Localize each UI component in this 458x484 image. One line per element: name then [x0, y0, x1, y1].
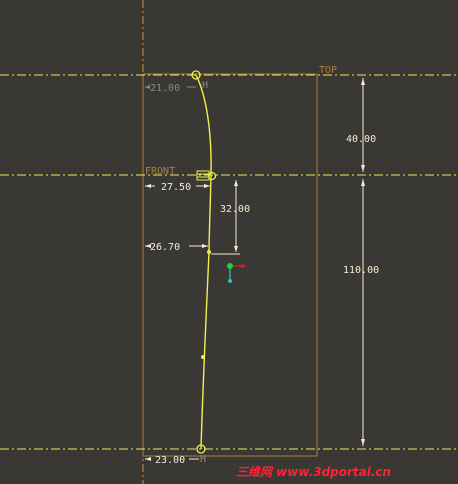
datum-top-label: TOP [319, 65, 337, 76]
sketch-canvas[interactable]: TOP FRONT H H 21.00 27.50 26.70 23.00 32… [0, 0, 458, 484]
z-axis-dot [228, 279, 232, 283]
spline-interpolation-point[interactable] [201, 355, 205, 359]
horizontal-constraint-top: H [202, 80, 208, 91]
origin-dot [227, 263, 233, 269]
dim-front-to-mid[interactable]: 32.00 [220, 204, 250, 215]
dim-front-radius[interactable]: 27.50 [161, 182, 191, 193]
datum-front-label: FRONT [145, 166, 175, 177]
dim-top-radius[interactable]: 21.00 [150, 83, 180, 94]
spline-mid-point[interactable] [207, 250, 211, 254]
horizontal-constraint-bottom: H [200, 454, 206, 465]
watermark-text: 三维网 www.3dportal.cn [236, 465, 391, 479]
dim-bottom-radius[interactable]: 23.00 [155, 455, 185, 466]
dim-mid-radius[interactable]: 26.70 [150, 242, 180, 253]
dim-front-to-bottom[interactable]: 110.00 [343, 265, 379, 276]
canvas-background [0, 0, 458, 484]
dim-top-to-front[interactable]: 40.00 [346, 134, 376, 145]
